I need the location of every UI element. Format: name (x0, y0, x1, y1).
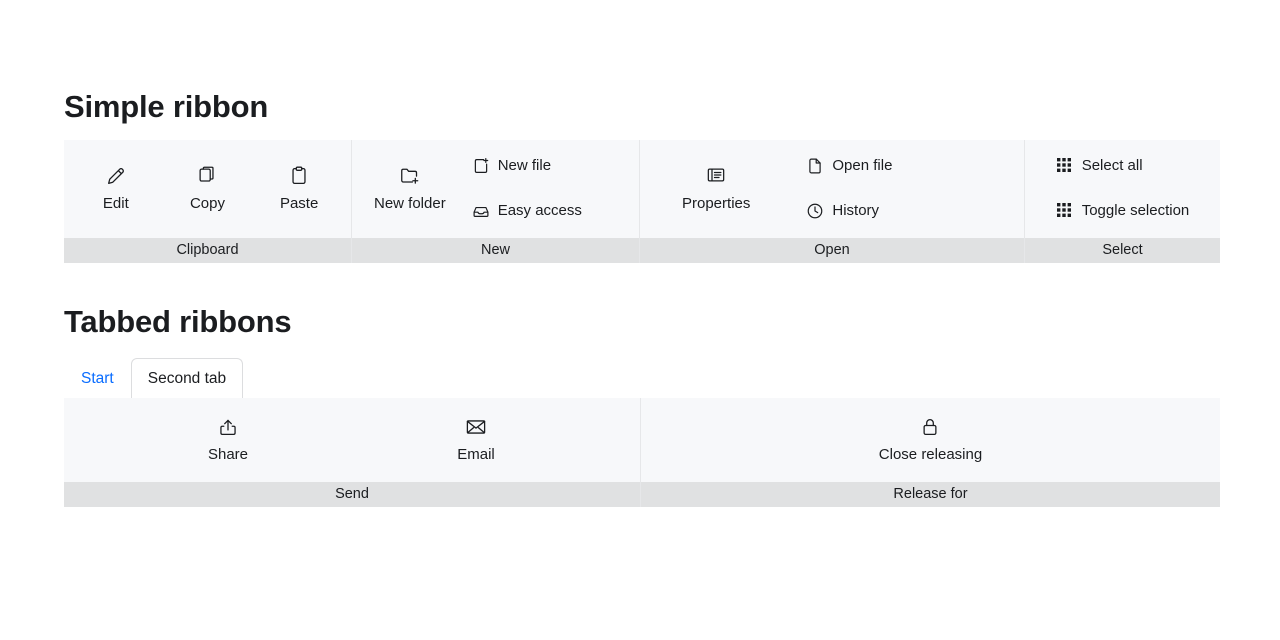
ribbon-button-properties[interactable]: Properties (668, 157, 764, 219)
ribbon-button-label: Email (457, 446, 495, 463)
ribbon-group-body: Select all Toggle selection (1025, 140, 1220, 238)
document-icon (806, 157, 824, 175)
ribbon-button-label: Paste (279, 195, 319, 212)
grid-dots-icon (1056, 157, 1074, 175)
ribbon-group-release-for: Close releasing Release for (641, 398, 1220, 507)
list-details-icon (706, 165, 726, 187)
ribbon-group-footer-label: New (352, 238, 639, 263)
envelope-icon (465, 416, 487, 438)
ribbon-group-open: Properties Open file History Open (640, 140, 1025, 263)
ribbon-small-items-select: Select all Toggle selection (1050, 150, 1196, 226)
ribbon-group-footer-label: Select (1025, 238, 1220, 263)
ribbon-group-footer-label: Send (64, 482, 640, 507)
ribbon-group-send: Share Email Send (64, 398, 641, 507)
ribbon-button-label: Share (207, 446, 249, 463)
ribbon-small-items-open: Open file History (800, 150, 898, 226)
folder-add-icon (399, 165, 421, 187)
simple-ribbon: Edit Copy Paste Clipboard New folder New… (64, 140, 1220, 263)
ribbon-group-body: Properties Open file History (640, 140, 1024, 238)
ribbon-button-share[interactable]: Share (185, 408, 271, 470)
file-add-icon (472, 157, 490, 175)
ribbon-group-footer-label: Release for (641, 482, 1220, 507)
ribbon-button-label: New folder (374, 195, 446, 212)
ribbon-button-new-file[interactable]: New file (466, 150, 557, 181)
ribbon-button-close-releasing[interactable]: Close releasing (865, 408, 996, 470)
ribbon-group-body: Share Email (64, 398, 640, 482)
ribbon-group-body: Close releasing (641, 398, 1220, 482)
tab-second-tab[interactable]: Second tab (130, 358, 244, 398)
page-title-simple-ribbon: Simple ribbon (64, 89, 269, 124)
ribbon-group-new: New folder New file Easy access New (352, 140, 640, 263)
ribbon-group-body: New folder New file Easy access (352, 140, 639, 238)
ribbon-button-label: Properties (682, 195, 751, 212)
clock-icon (806, 202, 824, 220)
ribbon-button-label: Edit (102, 195, 129, 212)
share-icon (217, 416, 239, 438)
grid-dots-icon (1056, 202, 1074, 220)
ribbon-button-copy[interactable]: Copy (164, 157, 250, 219)
ribbon-button-paste[interactable]: Paste (256, 157, 342, 219)
ribbon-button-label: History (832, 202, 880, 219)
ribbon-small-items-new: New file Easy access (466, 150, 588, 226)
ribbon-tabstrip: Start Second tab (64, 358, 244, 398)
pencil-icon (105, 165, 127, 187)
ribbon-group-select: Select all Toggle selection Select (1025, 140, 1220, 263)
ribbon-button-open-file[interactable]: Open file (800, 150, 898, 181)
ribbon-button-label: Close releasing (878, 446, 983, 463)
ribbon-button-toggle-selection[interactable]: Toggle selection (1050, 195, 1196, 226)
inbox-icon (472, 202, 490, 220)
ribbon-button-new-folder[interactable]: New folder (360, 157, 460, 219)
page-root: Simple ribbon Edit Copy Paste Clipboard … (0, 0, 1280, 640)
ribbon-group-body: Edit Copy Paste (64, 140, 351, 238)
ribbon-button-history[interactable]: History (800, 195, 885, 226)
lock-icon (919, 416, 941, 438)
tab-start[interactable]: Start (64, 358, 131, 398)
tabbed-ribbon: Share Email Send Close releasing Release… (64, 398, 1220, 507)
copy-icon (196, 165, 218, 187)
clipboard-icon (288, 165, 310, 187)
ribbon-button-label: Copy (189, 195, 225, 212)
ribbon-group-footer-label: Open (640, 238, 1024, 263)
ribbon-button-label: Open file (832, 157, 893, 174)
page-title-tabbed-ribbons: Tabbed ribbons (64, 304, 292, 339)
ribbon-button-label: Toggle selection (1081, 202, 1190, 219)
ribbon-button-edit[interactable]: Edit (73, 157, 159, 219)
ribbon-button-label: Easy access (497, 202, 582, 219)
ribbon-button-email[interactable]: Email (433, 408, 519, 470)
ribbon-button-easy-access[interactable]: Easy access (466, 195, 588, 226)
ribbon-group-footer-label: Clipboard (64, 238, 351, 263)
ribbon-group-clipboard: Edit Copy Paste Clipboard (64, 140, 352, 263)
ribbon-button-label: New file (497, 157, 552, 174)
ribbon-button-select-all[interactable]: Select all (1050, 150, 1149, 181)
ribbon-button-label: Select all (1081, 157, 1143, 174)
